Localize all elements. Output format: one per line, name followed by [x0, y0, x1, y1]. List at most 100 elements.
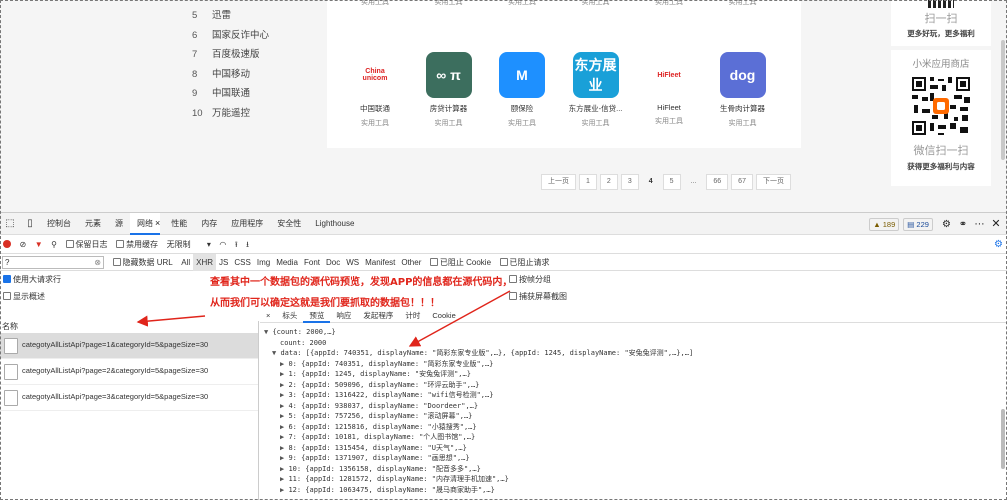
page-button[interactable]: 67: [731, 174, 753, 190]
app-icon[interactable]: M: [499, 52, 545, 98]
json-item[interactable]: ▶ 3: {appId: 1316422, displayName: "wifi…: [260, 390, 1000, 401]
preview-scrollbar[interactable]: [1001, 409, 1005, 469]
name-column-header[interactable]: 名称: [0, 321, 258, 333]
app-tile[interactable]: 自在潭阳实用工具: [633, 0, 705, 7]
json-count[interactable]: count: 2000: [260, 338, 1000, 349]
detail-tab[interactable]: 标头: [276, 309, 303, 323]
type-filter-js[interactable]: JS: [216, 254, 231, 271]
detail-tab[interactable]: 预览: [303, 309, 331, 323]
json-item[interactable]: ▶ 12: {appId: 1063475, displayName: "晟马商…: [260, 485, 1000, 496]
app-tile[interactable]: 星斗推实用工具: [486, 0, 558, 7]
disable-cache-checkbox[interactable]: 禁用缓存: [113, 235, 161, 254]
type-filter-other[interactable]: Other: [398, 254, 424, 271]
hide-data-urls-checkbox[interactable]: 隐藏数据 URL: [110, 254, 176, 271]
page-button[interactable]: 5: [662, 174, 681, 190]
search-icon[interactable]: ⚲: [48, 235, 60, 254]
app-icon[interactable]: ∞ π: [425, 52, 472, 98]
large-rows-option[interactable]: 使用大请求行: [3, 274, 61, 285]
app-tile[interactable]: 文件闪传实用工具: [413, 0, 485, 7]
detail-tab[interactable]: 计时: [399, 309, 426, 323]
request-row[interactable]: categotyAllListApi?page=2&categoryId=5&p…: [0, 359, 258, 385]
type-filter-font[interactable]: Font: [301, 254, 323, 271]
messages-badge[interactable]: ▤ 229: [903, 218, 933, 232]
app-tile[interactable]: 东方展业 东方展业-信贷... 实用工具: [560, 52, 632, 128]
json-root[interactable]: ▼ {count: 2000,…}: [260, 327, 1000, 338]
settings-gear-icon[interactable]: ⚙: [939, 214, 953, 236]
app-tile[interactable]: 青子记账实用工具: [339, 0, 411, 7]
page-button[interactable]: 上一页: [541, 174, 576, 190]
type-filter-ws[interactable]: WS: [343, 254, 362, 271]
clear-icon[interactable]: ⊘: [17, 235, 30, 254]
json-item[interactable]: ▶ 7: {appId: 10181, displayName: "个人图书馆"…: [260, 432, 1000, 443]
throttle-select[interactable]: 无限制 ▾: [164, 235, 214, 254]
page-button[interactable]: 下一页: [755, 174, 791, 190]
import-har-icon[interactable]: ⭱: [232, 235, 241, 254]
json-item[interactable]: ▶ 5: {appId: 757256, displayName: "滚动屏幕"…: [260, 411, 1000, 422]
preserve-log-checkbox[interactable]: 保留日志: [63, 235, 111, 254]
export-har-icon[interactable]: ⭳: [243, 235, 252, 254]
screenshots-option[interactable]: 捕获屏幕截图: [509, 291, 567, 302]
detail-tab[interactable]: 发起程序: [357, 309, 399, 323]
json-item[interactable]: ▶ 11: {appId: 1281572, displayName: "内存清…: [260, 474, 1000, 485]
app-icon[interactable]: dog: [719, 52, 766, 98]
json-item[interactable]: ▶ 6: {appId: 1215816, displayName: "小猿搜秀…: [260, 422, 1000, 433]
blocked-cookies-checkbox[interactable]: 已阻止 Cookie: [427, 254, 494, 271]
json-data[interactable]: ▼ data: [{appId: 740351, displayName: "简…: [260, 348, 1000, 359]
app-icon[interactable]: HiFleet: [646, 52, 692, 98]
type-filter-doc[interactable]: Doc: [323, 254, 343, 271]
json-item[interactable]: ▶ 8: {appId: 1315454, displayName: "U天气"…: [260, 443, 1000, 454]
page-scrollbar[interactable]: [1001, 40, 1005, 160]
devtools-tab[interactable]: 应用程序: [224, 213, 270, 235]
app-tile[interactable]: 小老有实用工具: [560, 0, 632, 7]
devtools-tab[interactable]: 内存: [194, 213, 224, 235]
group-by-frame-option[interactable]: 按帧分组: [509, 274, 551, 285]
record-icon[interactable]: [0, 235, 14, 254]
filter-input[interactable]: ? ⊗: [2, 256, 104, 269]
detail-tab[interactable]: 响应: [330, 309, 357, 323]
ranking-item[interactable]: 9 中国联通: [180, 84, 310, 104]
devtools-tab[interactable]: Lighthouse: [308, 213, 361, 235]
app-tile[interactable]: dog 生骨肉计算器 实用工具: [707, 52, 779, 128]
type-filter-manifest[interactable]: Manifest: [362, 254, 398, 271]
request-row[interactable]: categotyAllListApi?page=1&categoryId=5&p…: [0, 333, 258, 359]
type-filter-img[interactable]: Img: [254, 254, 273, 271]
page-button[interactable]: 1: [579, 174, 597, 190]
devtools-tab[interactable]: 元素: [78, 213, 108, 235]
type-filter-all[interactable]: All: [178, 254, 193, 271]
blocked-requests-checkbox[interactable]: 已阻止请求: [497, 254, 553, 271]
device-toolbar-icon[interactable]: ▯: [20, 213, 40, 235]
page-button[interactable]: 3: [620, 174, 639, 190]
devtools-tab[interactable]: 控制台: [40, 213, 78, 235]
share-nodes-icon[interactable]: ⚭: [956, 214, 970, 236]
network-settings-icon[interactable]: ⚙: [994, 235, 1003, 254]
more-options-icon[interactable]: ⋯: [972, 214, 986, 236]
json-item[interactable]: ▶ 0: {appId: 740351, displayName: "简彩东家专…: [260, 359, 1000, 370]
page-button[interactable]: 66: [706, 174, 729, 190]
app-icon[interactable]: 东方展业: [572, 52, 619, 98]
app-tile[interactable]: 小老有商户助手实用工具: [707, 0, 779, 7]
detail-tab[interactable]: Cookie: [426, 309, 461, 323]
page-button[interactable]: 2: [599, 174, 618, 190]
json-item[interactable]: ▶ 4: {appId: 938037, displayName: "Doord…: [260, 401, 1000, 412]
ranking-item[interactable]: 6 国家反诈中心: [180, 26, 310, 46]
ranking-item[interactable]: 5 迅雷: [180, 6, 310, 26]
clear-filter-icon[interactable]: ⊗: [94, 257, 101, 268]
wifi-conditions-icon[interactable]: ◠: [216, 235, 229, 254]
type-filter-media[interactable]: Media: [273, 254, 301, 271]
page-button[interactable]: 4: [642, 174, 660, 190]
app-tile[interactable]: M 颐保险 实用工具: [486, 52, 558, 128]
devtools-tab[interactable]: 安全性: [270, 213, 308, 235]
ranking-item[interactable]: 10 万能遥控: [180, 104, 310, 124]
app-tile[interactable]: HiFleet HiFleet 实用工具: [633, 52, 705, 126]
app-icon[interactable]: China unicom: [352, 52, 398, 98]
filter-funnel-icon[interactable]: ▼: [32, 235, 46, 254]
warnings-badge[interactable]: ▲ 189: [869, 218, 900, 232]
overview-option[interactable]: 显示概述: [3, 291, 45, 302]
ranking-item[interactable]: 7 百度极速版: [180, 45, 310, 65]
close-detail-icon[interactable]: ×: [260, 309, 276, 323]
type-filter-css[interactable]: CSS: [231, 254, 253, 271]
devtools-tab[interactable]: 性能: [164, 213, 194, 235]
json-item[interactable]: ▶ 10: {appId: 1356158, displayName: "配音多…: [260, 464, 1000, 475]
json-item[interactable]: ▶ 2: {appId: 509096, displayName: "环评云助手…: [260, 380, 1000, 391]
inspect-element-icon[interactable]: ⬚: [0, 213, 20, 235]
